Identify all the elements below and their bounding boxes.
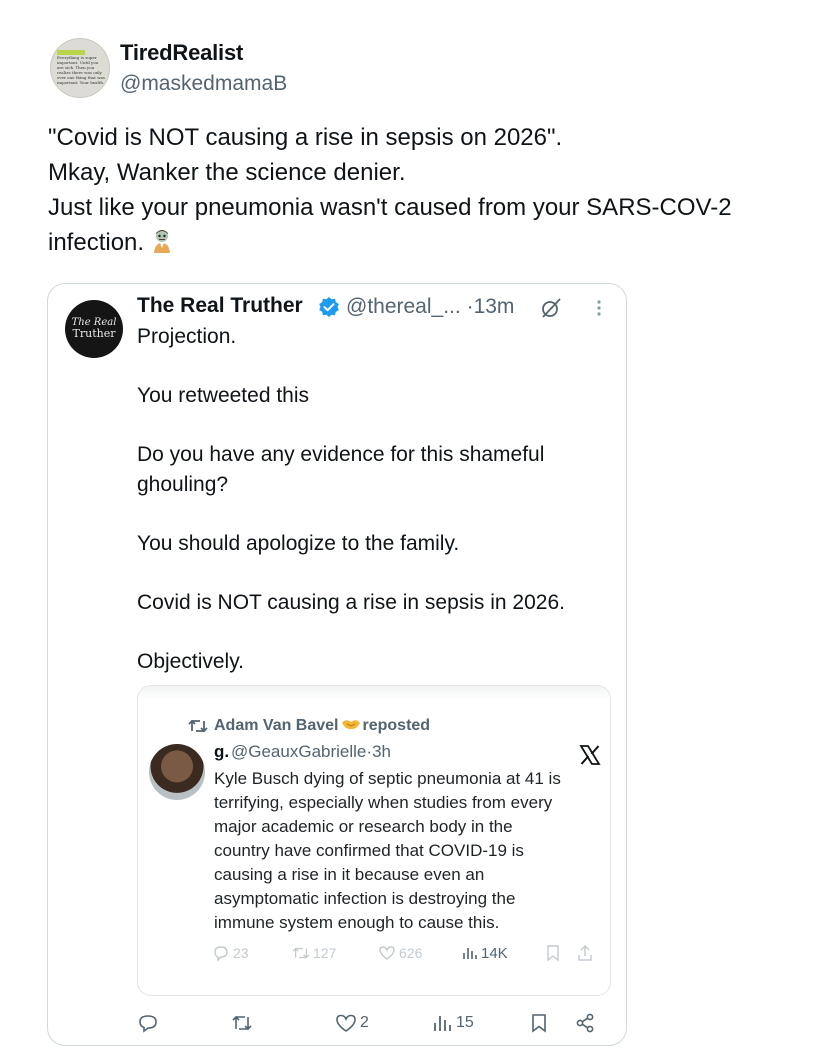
quoted-timestamp[interactable]: 13m bbox=[474, 295, 515, 318]
tweet-line: "Covid is NOT causing a rise in sepsis o… bbox=[48, 124, 563, 151]
tweet-text: "Covid is NOT causing a rise in sepsis o… bbox=[48, 120, 808, 260]
grok-icon[interactable] bbox=[539, 296, 563, 320]
embedded-repost-stat: 127 bbox=[292, 944, 336, 962]
reposter-name: Adam Van Bavel bbox=[214, 717, 339, 734]
embedded-line: country have confirmed that COVID-19 is bbox=[214, 841, 524, 860]
embedded-author-handle: @GeauxGabrielle bbox=[231, 742, 367, 761]
reply-icon bbox=[139, 1015, 157, 1033]
reposted-label: reposted bbox=[362, 717, 431, 734]
views-icon bbox=[463, 948, 477, 959]
share-button[interactable] bbox=[574, 1012, 596, 1034]
embedded-reply-stat: 23 bbox=[212, 944, 249, 962]
embedded-author-name: g. bbox=[214, 742, 230, 761]
repost-icon bbox=[188, 719, 208, 733]
quoted-author-handle[interactable]: @thereal_... bbox=[346, 295, 461, 318]
meta-separator: · bbox=[466, 295, 474, 318]
quoted-author-avatar[interactable]: The Real Truther bbox=[65, 300, 123, 358]
like-button[interactable]: 2 bbox=[335, 1012, 369, 1034]
embedded-bookmark-stat bbox=[544, 944, 562, 962]
embedded-repost-count: 127 bbox=[313, 945, 337, 961]
share-icon bbox=[578, 945, 592, 961]
quoted-paragraph: You retweeted this bbox=[137, 384, 310, 407]
author-handle[interactable]: @maskedmamaB bbox=[120, 72, 287, 96]
embedded-author-avatar bbox=[149, 744, 205, 800]
quoted-paragraph: Projection. bbox=[137, 325, 237, 348]
embedded-tweet-image[interactable]: Adam Van Bavel reposted g. @GeauxGabriel… bbox=[137, 685, 611, 996]
share-icon bbox=[576, 1013, 594, 1033]
embedded-share-stat bbox=[576, 944, 594, 962]
x-logo-icon bbox=[579, 745, 601, 765]
tweet-line: Just like your pneumonia wasn't caused f… bbox=[48, 194, 732, 221]
heart-icon bbox=[379, 946, 395, 960]
quoted-paragraph: Covid is NOT causing a rise in sepsis in… bbox=[137, 590, 565, 614]
verified-badge-icon bbox=[319, 297, 339, 317]
embedded-line: major academic or research body in the bbox=[214, 817, 513, 836]
embedded-reply-count: 23 bbox=[233, 945, 249, 961]
quoted-author-name[interactable]: The Real Truther bbox=[137, 294, 303, 318]
embedded-line: causing a rise in it because even an bbox=[214, 865, 485, 884]
views-count: 15 bbox=[456, 1014, 474, 1031]
bookmark-icon bbox=[547, 945, 559, 962]
views-icon bbox=[434, 1016, 451, 1031]
embedded-views-count: 14K bbox=[481, 944, 508, 962]
repost-attribution: Adam Van Bavel reposted bbox=[214, 717, 430, 735]
views-button[interactable]: 15 bbox=[431, 1012, 474, 1034]
zombie-icon bbox=[154, 230, 171, 253]
tweet-line-text: infection. bbox=[48, 229, 145, 256]
repost-button[interactable] bbox=[231, 1012, 256, 1034]
heart-icon bbox=[336, 1014, 356, 1032]
handshake-icon bbox=[341, 720, 360, 730]
embedded-tweet-text: Kyle Busch dying of septic pneumonia at … bbox=[214, 767, 606, 935]
embedded-line: immune system enough to cause this. bbox=[214, 913, 500, 932]
quoted-paragraph: Objectively. bbox=[137, 649, 244, 673]
like-count: 2 bbox=[360, 1014, 369, 1031]
embedded-timestamp: 3h bbox=[372, 742, 391, 761]
quoted-tweet-text: Projection. You retweeted this Do you ha… bbox=[137, 322, 607, 676]
quote-action-bar: 2 15 bbox=[48, 1009, 626, 1037]
embedded-like-stat: 626 bbox=[378, 944, 422, 962]
bookmark-icon bbox=[532, 1014, 546, 1033]
embedded-stats-bar: 23 127 626 14K bbox=[212, 944, 592, 966]
reply-icon bbox=[214, 946, 228, 962]
repost-icon bbox=[232, 1015, 252, 1031]
quoted-paragraph: You should apologize to the family. bbox=[137, 531, 460, 555]
tweet-line: Mkay, Wanker the science denier. bbox=[48, 159, 406, 186]
faded-top-strip bbox=[138, 686, 610, 700]
quoted-author-meta: @thereal_... ·13m bbox=[346, 295, 514, 319]
avatar-text-2: Truther bbox=[72, 327, 116, 340]
embedded-like-count: 626 bbox=[399, 945, 423, 961]
reply-button[interactable] bbox=[137, 1012, 162, 1034]
tweet-line-last: infection. bbox=[48, 225, 808, 260]
repost-icon bbox=[292, 947, 310, 959]
quoted-paragraph: Do you have any evidence for this shamef… bbox=[137, 443, 545, 496]
author-name[interactable]: TiredRealist bbox=[120, 40, 243, 66]
bookmark-button[interactable] bbox=[528, 1012, 550, 1034]
embedded-line: terrifying, especially when studies from… bbox=[214, 793, 553, 812]
author-avatar[interactable]: Everything is super important. Until you… bbox=[50, 38, 110, 98]
more-options-icon[interactable] bbox=[594, 297, 604, 319]
avatar-text: Everything is super important. Until you… bbox=[57, 55, 105, 85]
quoted-tweet-card[interactable]: The Real Truther The Real Truther @there… bbox=[47, 283, 627, 1046]
embedded-author-meta: @GeauxGabrielle·3h bbox=[231, 742, 391, 762]
embedded-views-stat: 14K bbox=[460, 944, 508, 962]
embedded-line: Kyle Busch dying of septic pneumonia at … bbox=[214, 769, 561, 788]
embedded-line: asymptomatic infection is destroying the bbox=[214, 889, 516, 908]
